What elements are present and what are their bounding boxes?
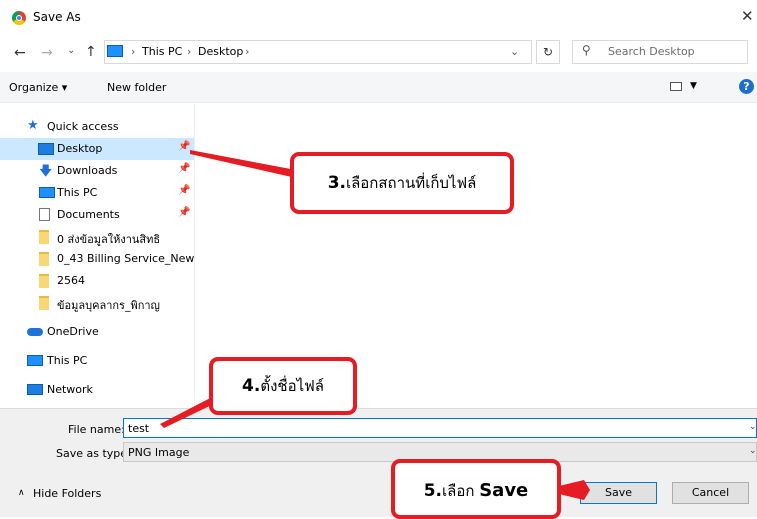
save-button[interactable]: Save: [580, 482, 657, 504]
annotation-step-4: 4.ตั้งชื่อไฟล์: [209, 357, 357, 415]
nav-quick-access[interactable]: ★ Quick access: [0, 116, 194, 138]
up-arrow-icon[interactable]: ↑: [85, 44, 97, 60]
nav-item-folder[interactable]: ข้อมูลบุคลากร_พิกาญ: [0, 292, 194, 314]
window-title: Save As: [33, 10, 81, 24]
recent-locations-chevron-icon[interactable]: ⌄: [67, 45, 75, 56]
folder-icon: [39, 296, 49, 310]
nav-item-desktop[interactable]: Desktop 📌: [0, 138, 194, 160]
nav-item-label: Downloads: [57, 164, 118, 177]
forward-arrow-icon[interactable]: →: [41, 45, 53, 61]
folder-icon: [39, 230, 49, 244]
annotation-step-number: 5.: [423, 481, 443, 501]
address-dropdown-chevron-icon[interactable]: ⌄: [510, 45, 519, 58]
breadcrumb-separator-icon[interactable]: ›: [245, 45, 249, 58]
save-as-type-chevron-icon[interactable]: ⌄: [749, 446, 757, 456]
title-bar: [0, 0, 757, 36]
pin-icon: 📌: [178, 141, 191, 152]
search-icon: ⚲: [582, 43, 591, 57]
annotation-step-text: เลือก: [442, 482, 480, 500]
annotation-step-number: 3.: [327, 173, 346, 193]
navigation-pane: ★ Quick access Desktop 📌 🡇 Downloads 📌 T…: [0, 104, 195, 408]
nav-onedrive[interactable]: OneDrive: [0, 321, 194, 343]
save-as-type-value[interactable]: PNG Image: [128, 446, 189, 459]
annotation-step-emphasis: Save: [479, 480, 529, 501]
breadcrumb-this-pc[interactable]: This PC: [142, 45, 182, 58]
chrome-app-icon: [12, 11, 26, 25]
annotation-step-5: 5.เลือก Save: [391, 459, 561, 519]
file-name-input[interactable]: [123, 418, 757, 438]
help-icon[interactable]: ?: [739, 79, 754, 94]
file-name-dropdown-chevron-icon[interactable]: ⌄: [749, 422, 757, 432]
view-options-caret-icon[interactable]: ▼: [690, 81, 697, 91]
refresh-icon[interactable]: ↻: [536, 40, 560, 64]
nav-item-label: This PC: [57, 186, 98, 199]
nav-item-documents[interactable]: Documents 📌: [0, 204, 194, 226]
pin-icon: 📌: [178, 185, 191, 196]
view-options-icon[interactable]: [670, 82, 682, 91]
breadcrumb-separator-icon[interactable]: ›: [131, 45, 135, 58]
close-icon[interactable]: ✕: [741, 7, 754, 25]
new-folder-button[interactable]: New folder: [107, 81, 166, 94]
nav-item-label: OneDrive: [47, 325, 99, 338]
folder-icon: [39, 252, 49, 266]
hide-folders-caret-icon[interactable]: ∧: [18, 488, 25, 498]
nav-item-label: 0_43 Billing Service_New: [57, 252, 195, 265]
nav-item-this-pc[interactable]: This PC 📌: [0, 182, 194, 204]
downloads-icon: 🡇: [39, 164, 53, 179]
pc-icon: [27, 355, 43, 366]
documents-icon: [39, 208, 50, 221]
cancel-button[interactable]: Cancel: [672, 482, 749, 504]
nav-item-label: 2564: [57, 274, 85, 287]
pc-icon: [39, 187, 55, 198]
nav-item-label: This PC: [47, 354, 88, 367]
pin-icon: 📌: [178, 207, 191, 218]
breadcrumb-desktop[interactable]: Desktop: [198, 45, 243, 58]
onedrive-cloud-icon: [27, 328, 43, 336]
annotation-arrow-3: [190, 150, 296, 178]
nav-item-label: 0 ส่งข้อมูลให้งานสิทธิ: [57, 233, 161, 246]
file-name-label: File name:: [68, 423, 125, 436]
folder-icon: [39, 274, 49, 288]
organize-button[interactable]: Organize ▾: [9, 81, 67, 94]
nav-item-label: Network: [47, 383, 93, 396]
nav-item-label: Quick access: [47, 120, 119, 133]
annotation-step-number: 4.: [242, 376, 261, 396]
save-as-type-label: Save as type:: [56, 447, 131, 460]
nav-item-label: Desktop: [57, 142, 103, 155]
nav-item-folder[interactable]: 0 ส่งข้อมูลให้งานสิทธิ: [0, 226, 194, 248]
pin-icon: 📌: [178, 163, 191, 174]
nav-this-pc[interactable]: This PC: [0, 350, 194, 372]
back-arrow-icon[interactable]: ←: [14, 45, 26, 61]
this-pc-icon: [107, 45, 123, 57]
network-icon: [27, 384, 43, 395]
nav-item-folder[interactable]: 0_43 Billing Service_New: [0, 248, 194, 270]
nav-item-folder[interactable]: 2564: [0, 270, 194, 292]
desktop-icon: [38, 143, 54, 155]
nav-item-label: ข้อมูลบุคลากร_พิกาญ: [57, 299, 160, 312]
star-icon: ★: [27, 118, 39, 133]
annotation-step-text: เลือกสถานที่เก็บไฟล์: [345, 174, 477, 192]
nav-item-label: Documents: [57, 208, 120, 221]
annotation-step-3: 3.เลือกสถานที่เก็บไฟล์: [290, 152, 514, 214]
hide-folders-button[interactable]: Hide Folders: [33, 487, 101, 500]
nav-item-downloads[interactable]: 🡇 Downloads 📌: [0, 160, 194, 182]
search-placeholder[interactable]: Search Desktop: [608, 45, 695, 58]
nav-network[interactable]: Network: [0, 379, 194, 401]
annotation-step-text: ตั้งชื่อไฟล์: [260, 377, 324, 395]
breadcrumb-separator-icon[interactable]: ›: [187, 45, 191, 58]
